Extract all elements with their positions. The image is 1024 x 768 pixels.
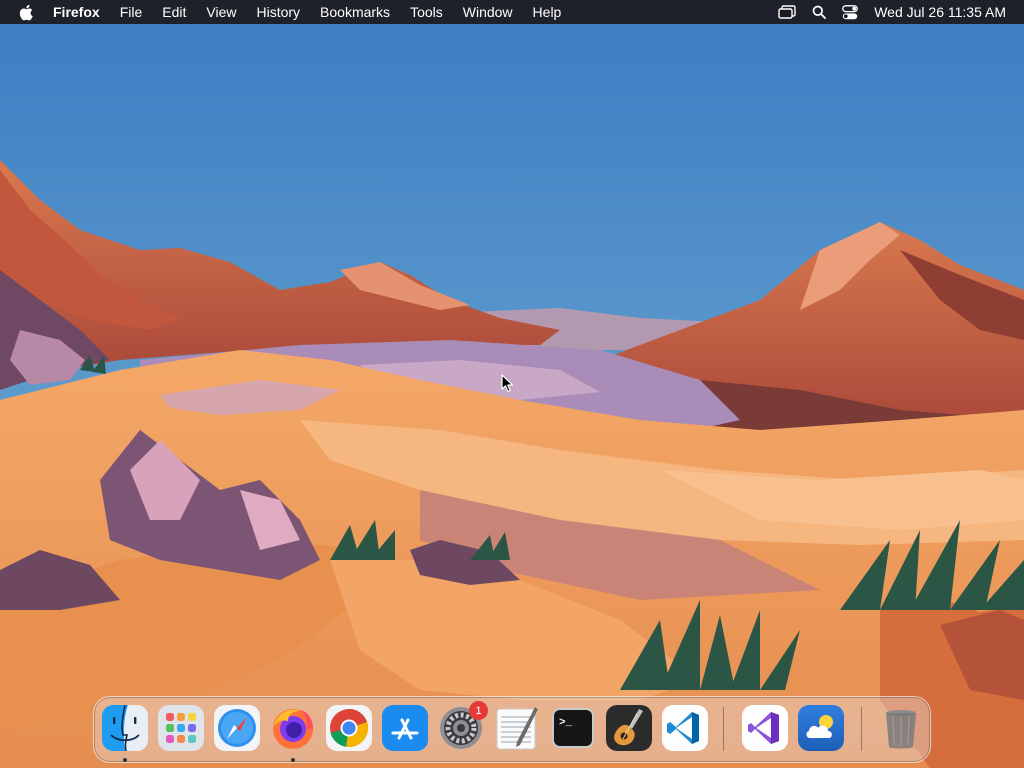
launchpad-icon [158,705,204,751]
menu-window[interactable]: Window [463,4,513,20]
visual-studio-icon [742,705,788,751]
menu-edit[interactable]: Edit [162,4,186,20]
terminal-icon: >_ [552,708,594,748]
apple-logo-icon[interactable] [19,4,33,21]
menu-file[interactable]: File [120,4,143,20]
menu-history[interactable]: History [256,4,300,20]
firefox-running-indicator [291,758,295,762]
dock-garageband[interactable] [606,705,652,751]
dock-trash[interactable] [878,705,924,751]
dock-visual-studio[interactable] [742,705,788,751]
dock-firefox[interactable] [270,705,316,751]
finder-running-indicator [123,758,127,762]
chrome-icon [326,705,372,751]
menu-bar-left: Firefox File Edit View History Bookmarks… [19,0,581,24]
vscode-icon [662,705,708,751]
menu-bar: Firefox File Edit View History Bookmarks… [0,0,1024,24]
safari-icon [214,705,260,751]
screen-mirroring-icon[interactable] [778,5,796,19]
dock-separator-trash [861,707,862,751]
dock-weather[interactable] [798,705,844,751]
menu-bar-clock[interactable]: Wed Jul 26 11:35 AM [874,4,1006,20]
menu-help[interactable]: Help [533,4,562,20]
garageband-icon [606,705,652,751]
spotlight-search-icon[interactable] [812,5,827,19]
dock-terminal[interactable]: >_ [550,705,596,751]
dock: 1 >_ [93,696,931,763]
dock-textedit[interactable] [494,705,540,751]
control-center-icon[interactable] [842,4,859,20]
dock-safari[interactable] [214,705,260,751]
system-settings-badge: 1 [469,701,488,720]
app-store-icon [382,705,428,751]
dock-chrome[interactable] [326,705,372,751]
mouse-cursor-icon [501,374,514,393]
dock-separator [723,707,724,751]
dock-vscode[interactable] [662,705,708,751]
menu-bar-status: Wed Jul 26 11:35 AM [762,0,1006,24]
menu-app-name[interactable]: Firefox [53,4,100,20]
trash-icon [886,710,916,749]
firefox-icon [273,709,313,749]
menu-tools[interactable]: Tools [410,4,443,20]
menu-view[interactable]: View [206,4,236,20]
dock-launchpad[interactable] [158,705,204,751]
dock-app-store[interactable] [382,705,428,751]
weather-icon [798,705,844,751]
finder-icon [102,705,148,751]
dock-finder[interactable] [102,705,148,751]
terminal-prompt: >_ [559,717,573,729]
textedit-icon [496,707,538,750]
menu-bookmarks[interactable]: Bookmarks [320,4,390,20]
